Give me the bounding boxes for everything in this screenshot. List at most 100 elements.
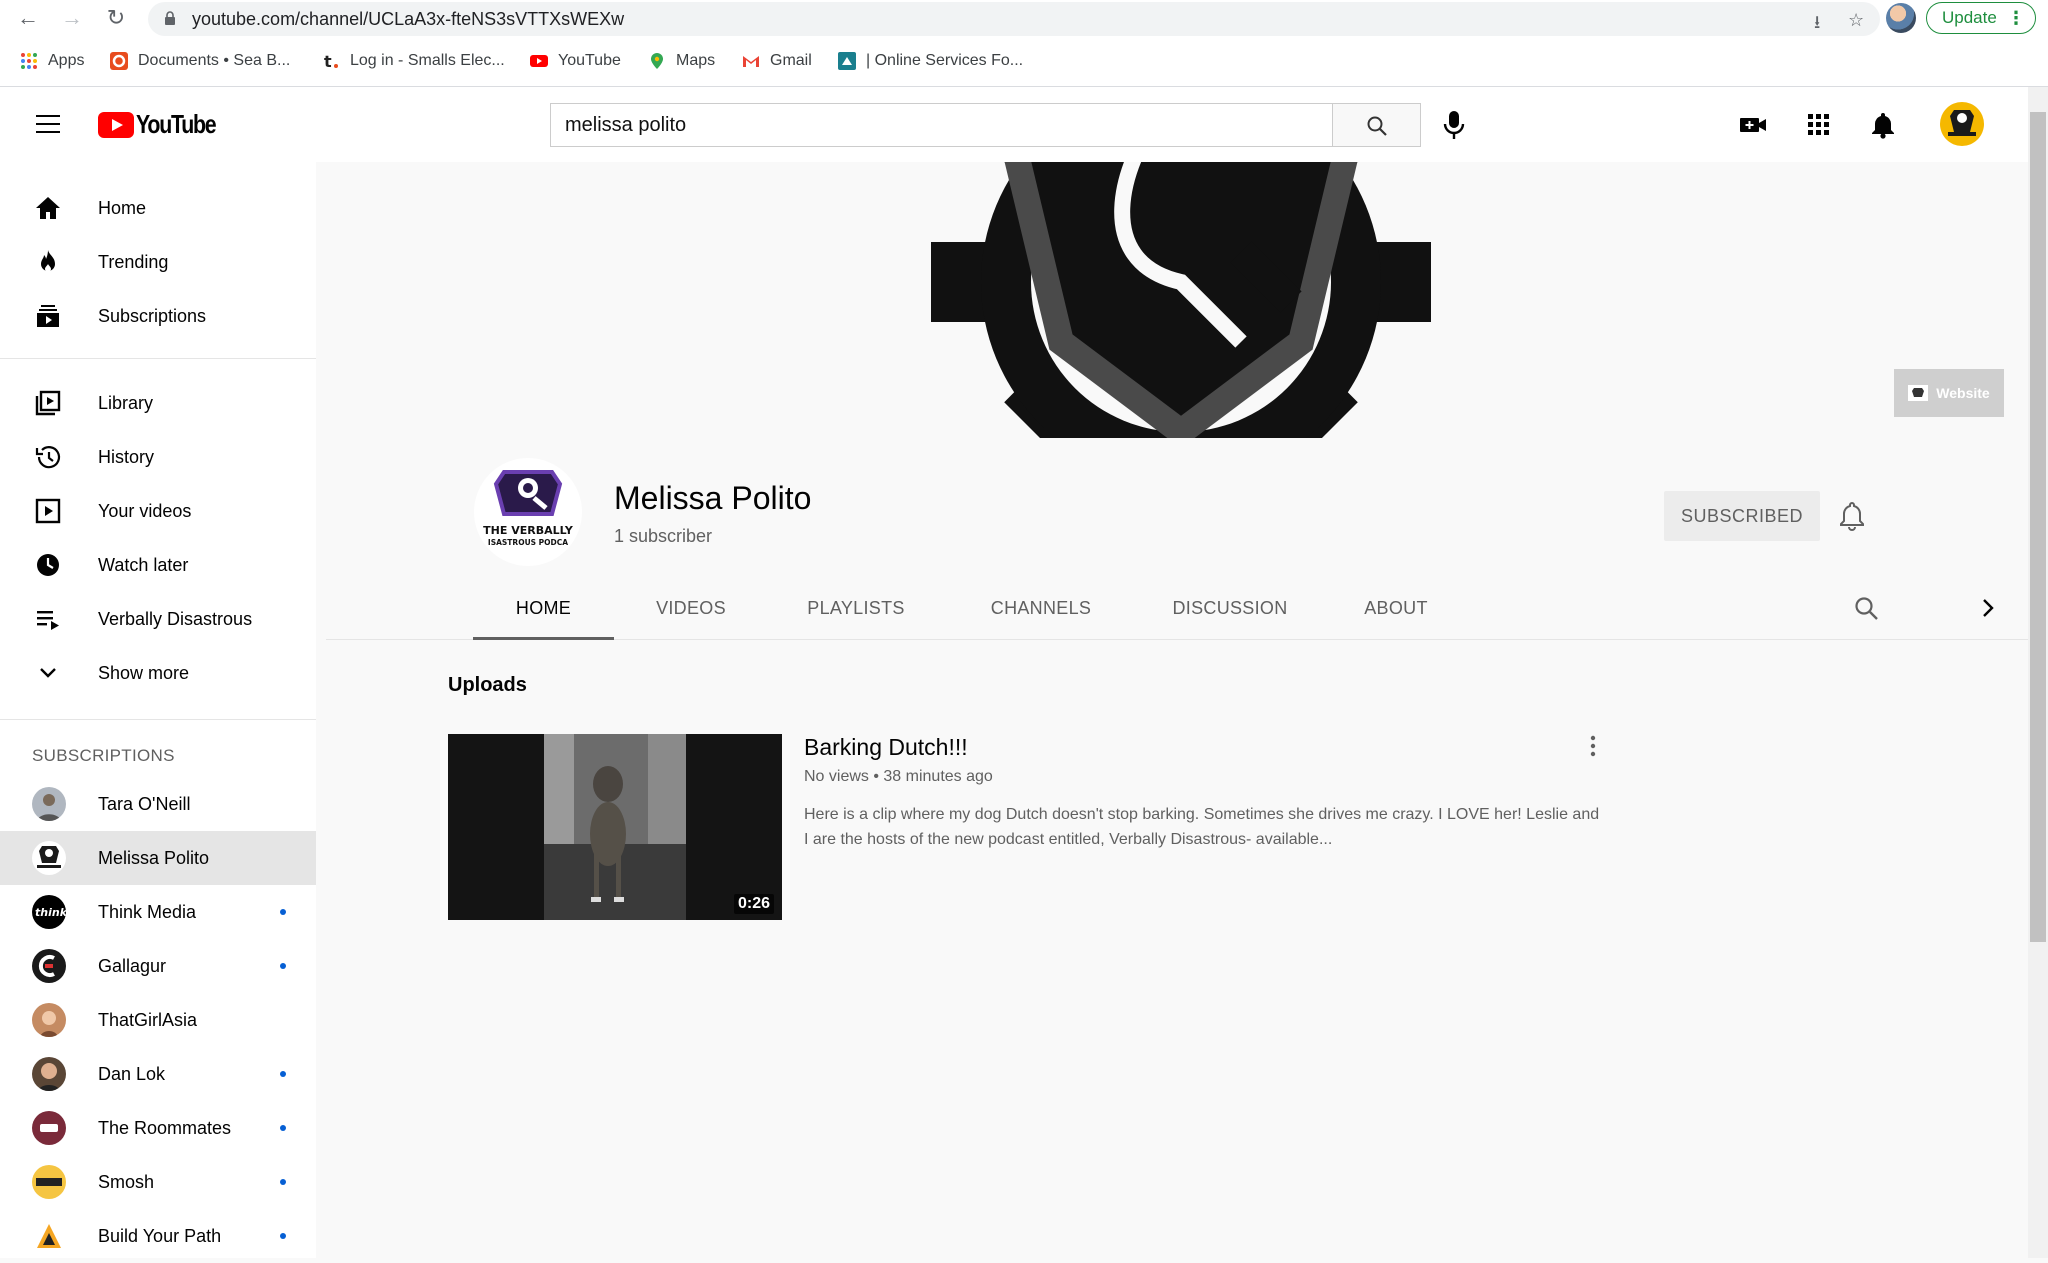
channel-avatar [32, 1003, 66, 1037]
search-button[interactable] [1333, 103, 1421, 147]
video-thumbnail[interactable]: 0:26 [448, 734, 782, 920]
video-duration: 0:26 [733, 894, 774, 914]
sidebar-sub-think-media[interactable]: think Think Media [0, 885, 316, 939]
sidebar-item-label: Think Media [98, 901, 197, 922]
bookmark-label: Apps [48, 52, 85, 69]
sidebar-item-watch-later[interactable]: Watch later [0, 538, 316, 592]
video-description: Here is a clip where my dog Dutch doesn'… [804, 806, 1600, 848]
sidebar-item-trending[interactable]: Trending [0, 235, 316, 289]
sidebar-item-subscriptions[interactable]: Subscriptions [0, 289, 316, 343]
bookmarks-bar: Apps Documents • Sea B... t Log in - Sma… [0, 46, 2048, 76]
install-icon[interactable]: ⭳ [1814, 10, 1820, 40]
sidebar-sub-melissa-polito[interactable]: Melissa Polito [0, 831, 316, 885]
bookmark-youtube[interactable]: YouTube [530, 50, 621, 72]
hamburger-menu-icon[interactable] [36, 115, 60, 133]
youtube-play-icon [98, 111, 134, 138]
svg-text:t: t [324, 52, 332, 70]
update-label: Update [1942, 8, 1997, 27]
tab-videos[interactable]: VIDEOS [626, 586, 756, 640]
sidebar-item-verbally-disastrous[interactable]: Verbally Disastrous [0, 592, 316, 646]
sidebar-item-history[interactable]: History [0, 430, 316, 484]
new-content-dot [280, 909, 286, 915]
sidebar-sub-thatgirlasia[interactable]: ThatGirlAsia [0, 993, 316, 1047]
maps-icon [651, 53, 663, 69]
bookmark-smalls[interactable]: t Log in - Smalls Elec... [322, 50, 505, 72]
svg-text:think: think [35, 906, 66, 919]
sidebar-item-label: Home [98, 197, 147, 218]
sidebar-sub-the-roommates[interactable]: The Roommates [0, 1101, 316, 1155]
sidebar-sub-build-your-path[interactable]: Build Your Path [0, 1209, 316, 1263]
subscribed-button[interactable]: SUBSCRIBED [1664, 491, 1820, 541]
sidebar-item-label: Smosh [98, 1171, 155, 1192]
channel-avatar: think [32, 895, 66, 929]
documents-icon [110, 52, 128, 70]
account-avatar[interactable] [1940, 102, 1984, 146]
tab-discussion[interactable]: DISCUSSION [1150, 586, 1310, 640]
channel-search-icon[interactable] [1852, 594, 1880, 622]
youtube-logo[interactable]: YouTube [98, 109, 233, 140]
sidebar-sub-smosh[interactable]: Smosh [0, 1155, 316, 1209]
tab-home[interactable]: HOME [473, 586, 614, 640]
url-text: youtube.com/channel/UCLaA3x-fteNS3sVTTXs… [192, 9, 625, 29]
reload-button[interactable]: ↻ [102, 4, 130, 32]
sidebar-item-label: Dan Lok [98, 1063, 166, 1084]
sidebar-item-label: Tara O'Neill [98, 793, 191, 814]
bookmark-apps[interactable]: Apps [20, 50, 84, 72]
sidebar-item-your-videos[interactable]: Your videos [0, 484, 316, 538]
apps-icon[interactable] [1804, 111, 1834, 139]
search-input[interactable] [551, 104, 1321, 146]
website-label: Website [1936, 385, 1990, 401]
create-video-icon[interactable] [1738, 111, 1768, 139]
address-bar[interactable]: youtube.com/channel/UCLaA3x-fteNS3sVTTXs… [148, 2, 1880, 36]
profile-avatar[interactable] [1886, 3, 1916, 33]
playlist-icon [37, 611, 59, 630]
bookmark-label: Log in - Smalls Elec... [350, 52, 505, 69]
website-link-button[interactable]: Website [1894, 369, 2004, 417]
channel-avatar [32, 841, 66, 875]
sidebar-item-label: Your videos [98, 500, 192, 521]
channel-avatar [32, 1165, 66, 1199]
sidebar-item-library[interactable]: Library [0, 376, 316, 430]
update-button[interactable]: Update ⋮ [1926, 2, 2036, 34]
tab-about[interactable]: ABOUT [1336, 586, 1456, 640]
notifications-bell-icon[interactable] [1868, 111, 1898, 139]
chevron-right-icon[interactable] [1980, 596, 1996, 620]
more-actions-icon[interactable] [1588, 734, 1598, 758]
channel-avatar [32, 1057, 66, 1091]
bookmark-label: Documents • Sea B... [138, 52, 291, 69]
watch-later-icon [37, 554, 59, 576]
sidebar-sub-gallagur[interactable]: Gallagur [0, 939, 316, 993]
tab-channels[interactable]: CHANNELS [966, 586, 1116, 640]
video-title[interactable]: Barking Dutch!!! [804, 734, 968, 761]
sidebar-item-home[interactable]: Home [0, 181, 316, 235]
channel-content [326, 640, 2028, 1258]
browser-chrome: ← → ↻ youtube.com/channel/UCLaA3x-fteNS3… [0, 0, 2048, 87]
bookmark-gmail[interactable]: Gmail [742, 50, 812, 72]
sidebar-item-label: Watch later [98, 554, 189, 575]
gmail-icon [743, 56, 759, 67]
notification-bell-icon[interactable] [1838, 500, 1866, 532]
chevron-down-icon [40, 668, 56, 678]
search-box [550, 103, 1333, 147]
channel-avatar-large: THE VERBALLY ISASTROUS PODCA [474, 458, 582, 566]
forward-button[interactable]: → [58, 4, 86, 32]
tab-playlists[interactable]: PLAYLISTS [786, 586, 926, 640]
channel-avatar [32, 787, 66, 821]
sidebar-item-show-more[interactable]: Show more [0, 646, 316, 700]
sidebar-sub-tara-oneill[interactable]: Tara O'Neill [0, 777, 316, 831]
sidebar-sub-dan-lok[interactable]: Dan Lok [0, 1047, 316, 1101]
scrollbar-thumb[interactable] [2030, 112, 2046, 942]
subscriber-count: 1 subscriber [614, 526, 713, 546]
apps-grid-icon [21, 53, 37, 69]
bookmark-online-services[interactable]: | Online Services Fo... [838, 50, 1023, 72]
bookmark-maps[interactable]: Maps [648, 50, 715, 72]
new-content-dot [280, 963, 286, 969]
bookmark-label: | Online Services Fo... [866, 52, 1024, 69]
sidebar-item-label: History [98, 446, 155, 467]
microphone-icon[interactable] [1440, 109, 1468, 141]
subscriptions-icon [37, 305, 59, 327]
star-icon[interactable]: ☆ [1848, 10, 1864, 31]
back-button[interactable]: ← [14, 4, 42, 32]
bookmark-documents[interactable]: Documents • Sea B... [110, 50, 290, 72]
sidebar-item-label: Trending [98, 251, 169, 272]
